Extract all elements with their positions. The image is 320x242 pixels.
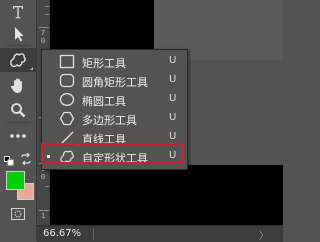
- menu-item-shortcut: U: [169, 74, 177, 85]
- quick-mask-icon[interactable]: [11, 208, 25, 220]
- type-icon: [13, 6, 23, 19]
- swap-colors-icon[interactable]: [20, 153, 32, 165]
- ellipsis-icon: [10, 134, 26, 138]
- arrow-icon: [15, 27, 24, 42]
- menu-item-label: 直线工具: [82, 133, 126, 146]
- shape-tools-flyout-menu: 矩形工具 U 圆角矩形工具 U 椭圆工具 U 多边形工具 U 直线工具 U 自定: [41, 49, 188, 170]
- polygon-icon: [59, 111, 75, 126]
- status-bar: 66.67% 〉: [37, 225, 283, 242]
- menu-item-rectangle-tool[interactable]: 矩形工具 U: [42, 52, 187, 71]
- tools-panel: [0, 0, 37, 241]
- hand-tool-button[interactable]: [0, 74, 36, 98]
- menu-item-shortcut: U: [169, 131, 177, 142]
- hand-icon: [10, 78, 22, 93]
- flyout-indicator: [30, 67, 33, 70]
- menu-item-rounded-rectangle-tool[interactable]: 圆角矩形工具 U: [42, 71, 187, 90]
- toolbar-separator: [6, 122, 30, 123]
- toolbar-separator: [6, 45, 30, 46]
- menu-item-label: 自定形状工具: [82, 152, 148, 165]
- ruler-label: 7: [40, 29, 46, 37]
- ruler-label: 0: [40, 37, 46, 45]
- foreground-color-swatch[interactable]: [6, 171, 25, 190]
- type-tool-button[interactable]: [0, 0, 36, 24]
- document-canvas[interactable]: [50, 0, 154, 49]
- ruler-tick: [39, 210, 49, 211]
- menu-item-shortcut: U: [169, 150, 177, 161]
- ruler-tick: [39, 27, 49, 28]
- rounded-rectangle-icon: [59, 73, 75, 88]
- custom-shape-icon: [10, 53, 26, 68]
- status-divider: [93, 228, 94, 240]
- document-canvas[interactable]: [50, 165, 283, 225]
- menu-item-line-tool[interactable]: 直线工具 U: [42, 128, 187, 147]
- menu-item-label: 矩形工具: [82, 57, 126, 70]
- ruler-tick: [45, 186, 49, 187]
- menu-item-shortcut: U: [169, 112, 177, 123]
- menu-item-label: 圆角矩形工具: [82, 76, 148, 89]
- rectangle-icon: [59, 54, 75, 69]
- magnifier-icon: [11, 103, 26, 118]
- default-colors-icon[interactable]: [4, 156, 14, 166]
- ruler-label: 0: [40, 173, 46, 181]
- status-expand-icon[interactable]: 〉: [259, 227, 269, 242]
- ruler-tick: [45, 6, 49, 7]
- line-icon: [60, 131, 74, 145]
- zoom-level[interactable]: 66.67%: [43, 228, 81, 239]
- menu-item-label: 多边形工具: [82, 114, 137, 127]
- path-selection-tool-button[interactable]: [0, 22, 36, 46]
- menu-item-ellipse-tool[interactable]: 椭圆工具 U: [42, 90, 187, 109]
- ruler-tick: [45, 14, 49, 15]
- custom-shape-tool-button[interactable]: [0, 48, 36, 72]
- menu-item-label: 椭圆工具: [82, 95, 126, 108]
- ruler-label: 1: [40, 212, 46, 220]
- more-tools-button[interactable]: [0, 124, 36, 148]
- custom-shape-icon: [60, 150, 74, 163]
- menu-item-custom-shape-tool[interactable]: 自定形状工具 U: [42, 147, 187, 166]
- ellipse-icon: [59, 93, 75, 106]
- menu-item-polygon-tool[interactable]: 多边形工具 U: [42, 109, 187, 128]
- selected-bullet-icon: [47, 155, 50, 158]
- menu-item-shortcut: U: [169, 93, 177, 104]
- zoom-tool-button[interactable]: [0, 98, 36, 122]
- menu-item-shortcut: U: [169, 55, 177, 66]
